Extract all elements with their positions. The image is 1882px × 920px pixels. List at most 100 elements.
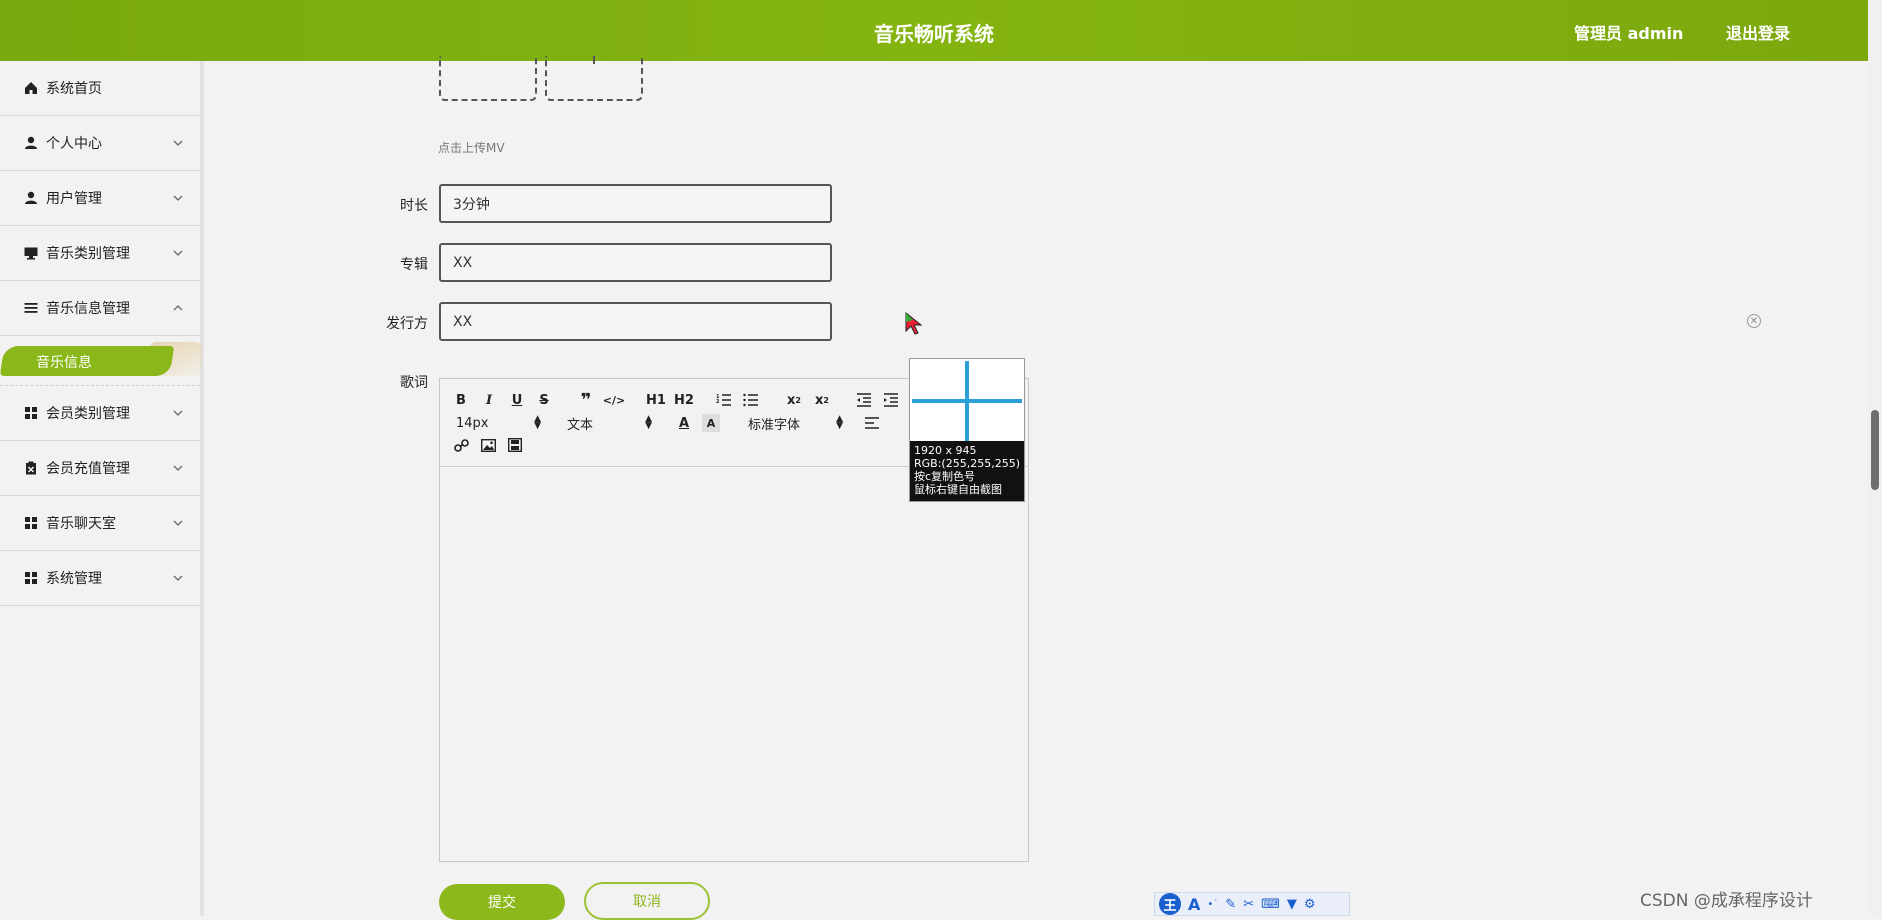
sidebar-item-label: 会员类别管理 xyxy=(46,406,130,422)
video-icon[interactable] xyxy=(506,436,524,454)
sidebar-item-system-management[interactable]: 系统管理 xyxy=(0,551,200,606)
top-bar: 音乐畅听系统 管理员 admin 退出登录 xyxy=(0,0,1868,61)
sidebar-item-music-category[interactable]: 音乐类别管理 xyxy=(0,226,200,281)
publisher-input[interactable]: XX xyxy=(439,302,832,341)
chevron-down-icon xyxy=(173,520,183,526)
italic-button[interactable]: I xyxy=(480,391,498,409)
submit-button[interactable]: 提交 xyxy=(439,884,565,920)
sidebar: 系统首页 个人中心 用户管理 音乐类别管理 音乐信息管理 音乐信息 会员类别管理… xyxy=(0,61,204,916)
sidebar-submenu: 音乐信息 xyxy=(0,336,202,386)
font-color-button[interactable]: A xyxy=(675,414,693,432)
list-icon xyxy=(24,301,38,315)
shirt-icon[interactable]: ▼ xyxy=(1287,897,1297,912)
font-family-select[interactable]: 标准字体 ▲ ▼ xyxy=(748,414,843,433)
blockquote-button[interactable]: ❞ xyxy=(577,390,595,411)
sidebar-item-label: 用户管理 xyxy=(46,191,102,207)
subscript-button[interactable]: x2 xyxy=(785,391,803,409)
logout-link[interactable]: 退出登录 xyxy=(1726,20,1790,44)
sidebar-item-music-chatroom[interactable]: 音乐聊天室 xyxy=(0,496,200,551)
color-picker-info: 1920 x 945 RGB:(255,255,255) 按c复制色号 鼠标右键… xyxy=(910,441,1024,501)
link-icon[interactable] xyxy=(452,436,470,454)
sidebar-item-user-management[interactable]: 用户管理 xyxy=(0,171,200,226)
sidebar-item-personal-center[interactable]: 个人中心 xyxy=(0,116,200,171)
duration-label: 时长 xyxy=(400,198,428,214)
home-icon xyxy=(24,81,38,95)
sidebar-item-label: 音乐信息管理 xyxy=(46,301,130,317)
duration-input[interactable]: 3分钟 xyxy=(439,184,832,223)
bold-button[interactable]: B xyxy=(452,391,470,409)
sidebar-subitem-music-info[interactable]: 音乐信息 xyxy=(36,352,92,372)
superscript-button[interactable]: x2 xyxy=(813,391,831,409)
sidebar-item-home[interactable]: 系统首页 xyxy=(0,61,200,116)
mouse-cursor-icon xyxy=(905,312,923,335)
keyboard-icon[interactable]: ⌨ xyxy=(1261,897,1280,912)
grid-icon xyxy=(24,571,38,585)
indent-icon[interactable] xyxy=(882,391,900,409)
sidebar-item-member-recharge[interactable]: 会员充值管理 xyxy=(0,441,200,496)
album-label: 专辑 xyxy=(400,257,428,273)
plus-icon xyxy=(593,56,595,64)
user-icon xyxy=(24,191,38,205)
watermark: CSDN @成承程序设计 xyxy=(1640,891,1813,911)
editor-content-area[interactable] xyxy=(440,468,1028,861)
select-arrows-icon: ▲ ▼ xyxy=(534,414,541,431)
upload-preview xyxy=(439,56,537,101)
crosshair-icon xyxy=(965,361,969,441)
sidebar-item-label: 系统首页 xyxy=(46,81,102,97)
chevron-up-icon xyxy=(173,305,183,311)
ordered-list-icon[interactable]: 12 xyxy=(715,391,733,409)
align-icon[interactable] xyxy=(863,414,881,432)
strikethrough-button[interactable]: S xyxy=(535,391,553,409)
font-size-value: 14px xyxy=(456,415,489,431)
bullet-list-icon[interactable] xyxy=(742,391,760,409)
ime-toolbar: 王 A •˙ ✎ ✂ ⌨ ▼ ⚙ xyxy=(1154,892,1350,916)
scrollbar-thumb[interactable] xyxy=(1871,410,1879,490)
background-color-button[interactable]: A xyxy=(702,414,720,432)
copy-hint-text: 按c复制色号 xyxy=(914,470,976,483)
lyrics-label: 歌词 xyxy=(400,375,428,391)
select-arrows-icon: ▲ ▼ xyxy=(836,414,843,431)
upload-hint: 点击上传MV xyxy=(438,141,505,155)
text-type-value: 文本 xyxy=(567,417,594,433)
album-input[interactable]: XX xyxy=(439,243,832,282)
user-icon xyxy=(24,136,38,150)
image-icon[interactable] xyxy=(479,436,497,454)
font-size-select[interactable]: 14px ▲ ▼ xyxy=(456,414,541,432)
font-family-value: 标准字体 xyxy=(748,417,801,433)
upload-mv-button[interactable] xyxy=(545,56,643,101)
dots-icon[interactable]: •˙ xyxy=(1207,899,1218,910)
font-a-icon[interactable]: A xyxy=(1188,895,1200,914)
chevron-down-icon xyxy=(173,575,183,581)
sidebar-item-music-info[interactable]: 音乐信息管理 xyxy=(0,281,200,336)
pen-icon[interactable]: ✎ xyxy=(1225,897,1236,912)
code-block-button[interactable]: </> xyxy=(603,391,625,409)
text-type-select[interactable]: 文本 ▲ ▼ xyxy=(567,414,652,433)
ime-logo[interactable]: 王 xyxy=(1159,893,1181,915)
underline-button[interactable]: U xyxy=(508,391,526,409)
screenshot-hint-text: 鼠标右键自由截图 xyxy=(914,483,1002,496)
svg-text:2: 2 xyxy=(716,399,720,405)
sidebar-item-label: 个人中心 xyxy=(46,136,102,152)
gear-icon[interactable]: ⚙ xyxy=(1304,897,1316,912)
chevron-down-icon xyxy=(173,195,183,201)
color-picker-overlay: 1920 x 945 RGB:(255,255,255) 按c复制色号 鼠标右键… xyxy=(909,358,1025,502)
chevron-down-icon xyxy=(173,465,183,471)
screen-size-text: 1920 x 945 xyxy=(914,444,977,457)
sidebar-item-member-category[interactable]: 会员类别管理 xyxy=(0,386,200,441)
page-scrollbar[interactable] xyxy=(1868,0,1882,916)
chevron-down-icon xyxy=(173,140,183,146)
h2-button[interactable]: H2 xyxy=(673,391,695,409)
select-arrows-icon: ▲ ▼ xyxy=(645,414,652,431)
chevron-down-icon xyxy=(173,250,183,256)
chevron-down-icon xyxy=(173,410,183,416)
cancel-button[interactable]: 取消 xyxy=(584,882,710,920)
publisher-label: 发行方 xyxy=(386,316,428,332)
sidebar-item-label: 音乐聊天室 xyxy=(46,516,116,532)
grid-icon xyxy=(24,516,38,530)
h1-button[interactable]: H1 xyxy=(645,391,667,409)
admin-label: 管理员 admin xyxy=(1574,24,1684,43)
grid-icon xyxy=(24,406,38,420)
scissors-icon[interactable]: ✂ xyxy=(1243,897,1254,912)
outdent-icon[interactable] xyxy=(855,391,873,409)
close-icon[interactable]: ✕ xyxy=(1747,314,1761,328)
